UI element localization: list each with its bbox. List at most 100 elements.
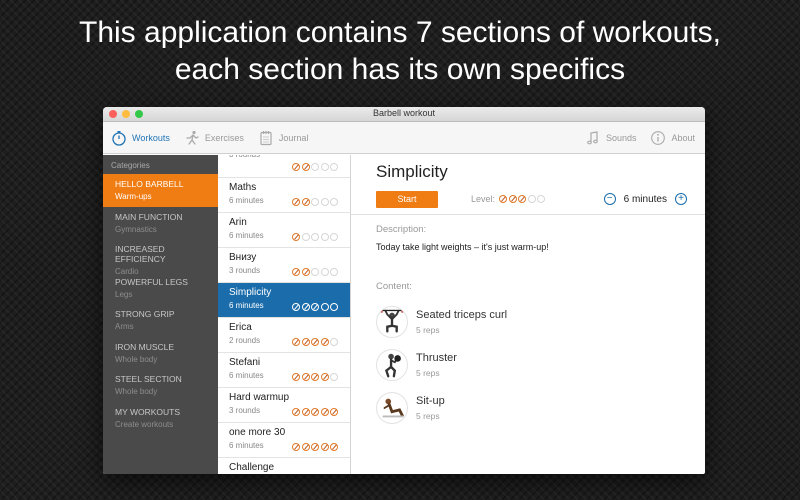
- category-title: STRONG GRIP: [115, 309, 175, 319]
- tab-workouts-label: Workouts: [132, 132, 170, 143]
- sidebar-item-my-workouts[interactable]: MY WORKOUTS Create workouts: [103, 402, 218, 435]
- level-dot-icon: [301, 233, 310, 241]
- level-dot-icon: [301, 198, 310, 206]
- level-dot-icon: [292, 233, 300, 241]
- level-dot-icon: [311, 408, 319, 416]
- level-dot-icon: [330, 163, 338, 171]
- exercise-name: Thruster: [416, 352, 457, 364]
- level-dot-icon: [320, 268, 329, 276]
- main-content: Categories HELLO BARBELL Warm-ups MAIN F…: [103, 155, 705, 474]
- level-dot-icon: [301, 163, 310, 171]
- info-icon: [651, 130, 666, 145]
- workout-level-rating: [292, 338, 338, 346]
- tab-exercises[interactable]: Exercises: [184, 130, 244, 146]
- category-subtitle: Arms: [115, 322, 134, 331]
- workout-list-item[interactable]: Arin 6 minutes: [218, 213, 350, 248]
- level-dot-icon: [301, 373, 310, 381]
- category-subtitle: Legs: [115, 289, 133, 299]
- exercise-item[interactable]: Thruster 5 reps: [376, 349, 705, 381]
- sidebar-item-strong-grip[interactable]: STRONG GRIP Arms: [103, 304, 218, 337]
- sounds-button[interactable]: Sounds: [585, 130, 637, 146]
- categories-sidebar: Categories HELLO BARBELL Warm-ups MAIN F…: [103, 155, 218, 474]
- sidebar-item-powerful-legs[interactable]: POWERFUL LEGS Legs: [103, 272, 218, 305]
- level-dot-icon: [311, 443, 319, 451]
- category-subtitle: Create workouts: [115, 419, 174, 429]
- category-subtitle: Gymnastics: [115, 224, 157, 234]
- workout-name: Arin: [229, 217, 247, 228]
- level-dot-icon: [330, 338, 338, 346]
- level-dot-icon: [330, 373, 338, 381]
- sidebar-item-main-function[interactable]: MAIN FUNCTION Gymnastics: [103, 207, 218, 240]
- category-title: STEEL SECTION: [115, 374, 182, 384]
- workout-list-item[interactable]: 3 rounds: [218, 155, 350, 178]
- toolbar: Workouts Exercises Journal Sounds About: [103, 122, 705, 154]
- level-dot-icon: [311, 268, 319, 276]
- workout-controls: Start Level: − 6 minutes +: [376, 190, 705, 208]
- workout-name: Stefani: [229, 357, 261, 368]
- workout-list[interactable]: 3 roundsMaths6 minutesArin6 minutesВнизу…: [218, 155, 351, 474]
- description-text: Today take light weights – it's just war…: [376, 242, 549, 252]
- tab-journal[interactable]: Journal: [258, 130, 309, 146]
- category-subtitle: Warm-ups: [115, 192, 152, 201]
- workout-list-item[interactable]: Maths 6 minutes: [218, 178, 350, 213]
- category-title: MY WORKOUTS: [115, 406, 181, 417]
- divider: [351, 214, 705, 215]
- level-dot-icon: [292, 303, 300, 311]
- category-title: INCREASED EFFICIENCY: [115, 244, 166, 264]
- workout-level-rating: [292, 443, 338, 451]
- level-dot-icon: [330, 198, 338, 206]
- workout-level-rating: [292, 303, 338, 311]
- duration-value: 6 minutes: [623, 193, 667, 205]
- level-dot-icon: [320, 233, 329, 241]
- workout-level-rating: [292, 198, 338, 206]
- level-dot-icon: [537, 195, 546, 203]
- seated-triceps-curl-thumbnail: [376, 306, 408, 338]
- level-dot-icon: [311, 373, 319, 381]
- tab-workouts[interactable]: Workouts: [111, 130, 170, 146]
- workout-name: Simplicity: [229, 287, 272, 298]
- level-dot-icon: [292, 268, 300, 276]
- category-title: IRON MUSCLE: [115, 341, 175, 352]
- thruster-thumbnail: [376, 349, 408, 381]
- workout-list-item[interactable]: Challenge1 round: [218, 458, 350, 474]
- workout-list-item[interactable]: Внизу 3 rounds: [218, 248, 350, 283]
- sidebar-item-steel-section[interactable]: STEEL SECTION Whole body: [103, 369, 218, 402]
- level-dot-icon: [311, 233, 319, 241]
- headline-line-1: This application contains 7 sections of …: [79, 16, 721, 49]
- tab-exercises-label: Exercises: [204, 132, 244, 143]
- sidebar-item-increased-efficiency[interactable]: INCREASED EFFICIENCY Cardio: [103, 239, 218, 276]
- workout-level-rating: [292, 233, 338, 241]
- duration-stepper: − 6 minutes +: [603, 193, 687, 205]
- level-dot-icon: [311, 163, 319, 171]
- exercise-item[interactable]: Sit-up 5 reps: [376, 392, 705, 424]
- level-dot-icon: [320, 338, 329, 346]
- level-rating: [499, 195, 546, 203]
- description-label: Description:: [376, 224, 427, 235]
- exercise-item[interactable]: Seated triceps curl 5 reps: [376, 306, 705, 338]
- workout-list-items: 3 roundsMaths6 minutesArin6 minutesВнизу…: [218, 155, 350, 474]
- workout-list-item[interactable]: Simplicity 6 minutes: [218, 283, 350, 318]
- level-dot-icon: [311, 198, 319, 206]
- sounds-label: Sounds: [605, 132, 637, 143]
- sidebar-header: Categories: [111, 161, 150, 170]
- level-dot-icon: [330, 408, 338, 416]
- workout-list-item[interactable]: one more 30 6 minutes: [218, 423, 350, 458]
- sidebar-item-hello-barbell[interactable]: HELLO BARBELL Warm-ups: [103, 174, 218, 207]
- level-dot-icon: [311, 303, 319, 311]
- headline: This application contains 7 sections of …: [0, 14, 800, 88]
- about-button[interactable]: About: [650, 130, 695, 146]
- workout-name: Maths: [229, 182, 257, 193]
- level-dot-icon: [301, 408, 310, 416]
- tab-journal-label: Journal: [278, 132, 309, 143]
- sidebar-item-iron-muscle[interactable]: IRON MUSCLE Whole body: [103, 337, 218, 370]
- exercise-reps: 5 reps: [416, 411, 440, 421]
- level-dot-icon: [292, 443, 300, 451]
- level-dot-icon: [311, 338, 319, 346]
- workout-list-item[interactable]: Stefani 6 minutes: [218, 353, 350, 388]
- window-title: Barbell workout: [372, 108, 436, 118]
- decrease-duration-button[interactable]: −: [603, 193, 616, 205]
- workout-list-item[interactable]: Erica 2 rounds: [218, 318, 350, 353]
- start-button[interactable]: Start: [376, 190, 438, 208]
- workout-list-item[interactable]: Hard warmup 3 rounds: [218, 388, 350, 423]
- increase-duration-button[interactable]: +: [675, 193, 687, 205]
